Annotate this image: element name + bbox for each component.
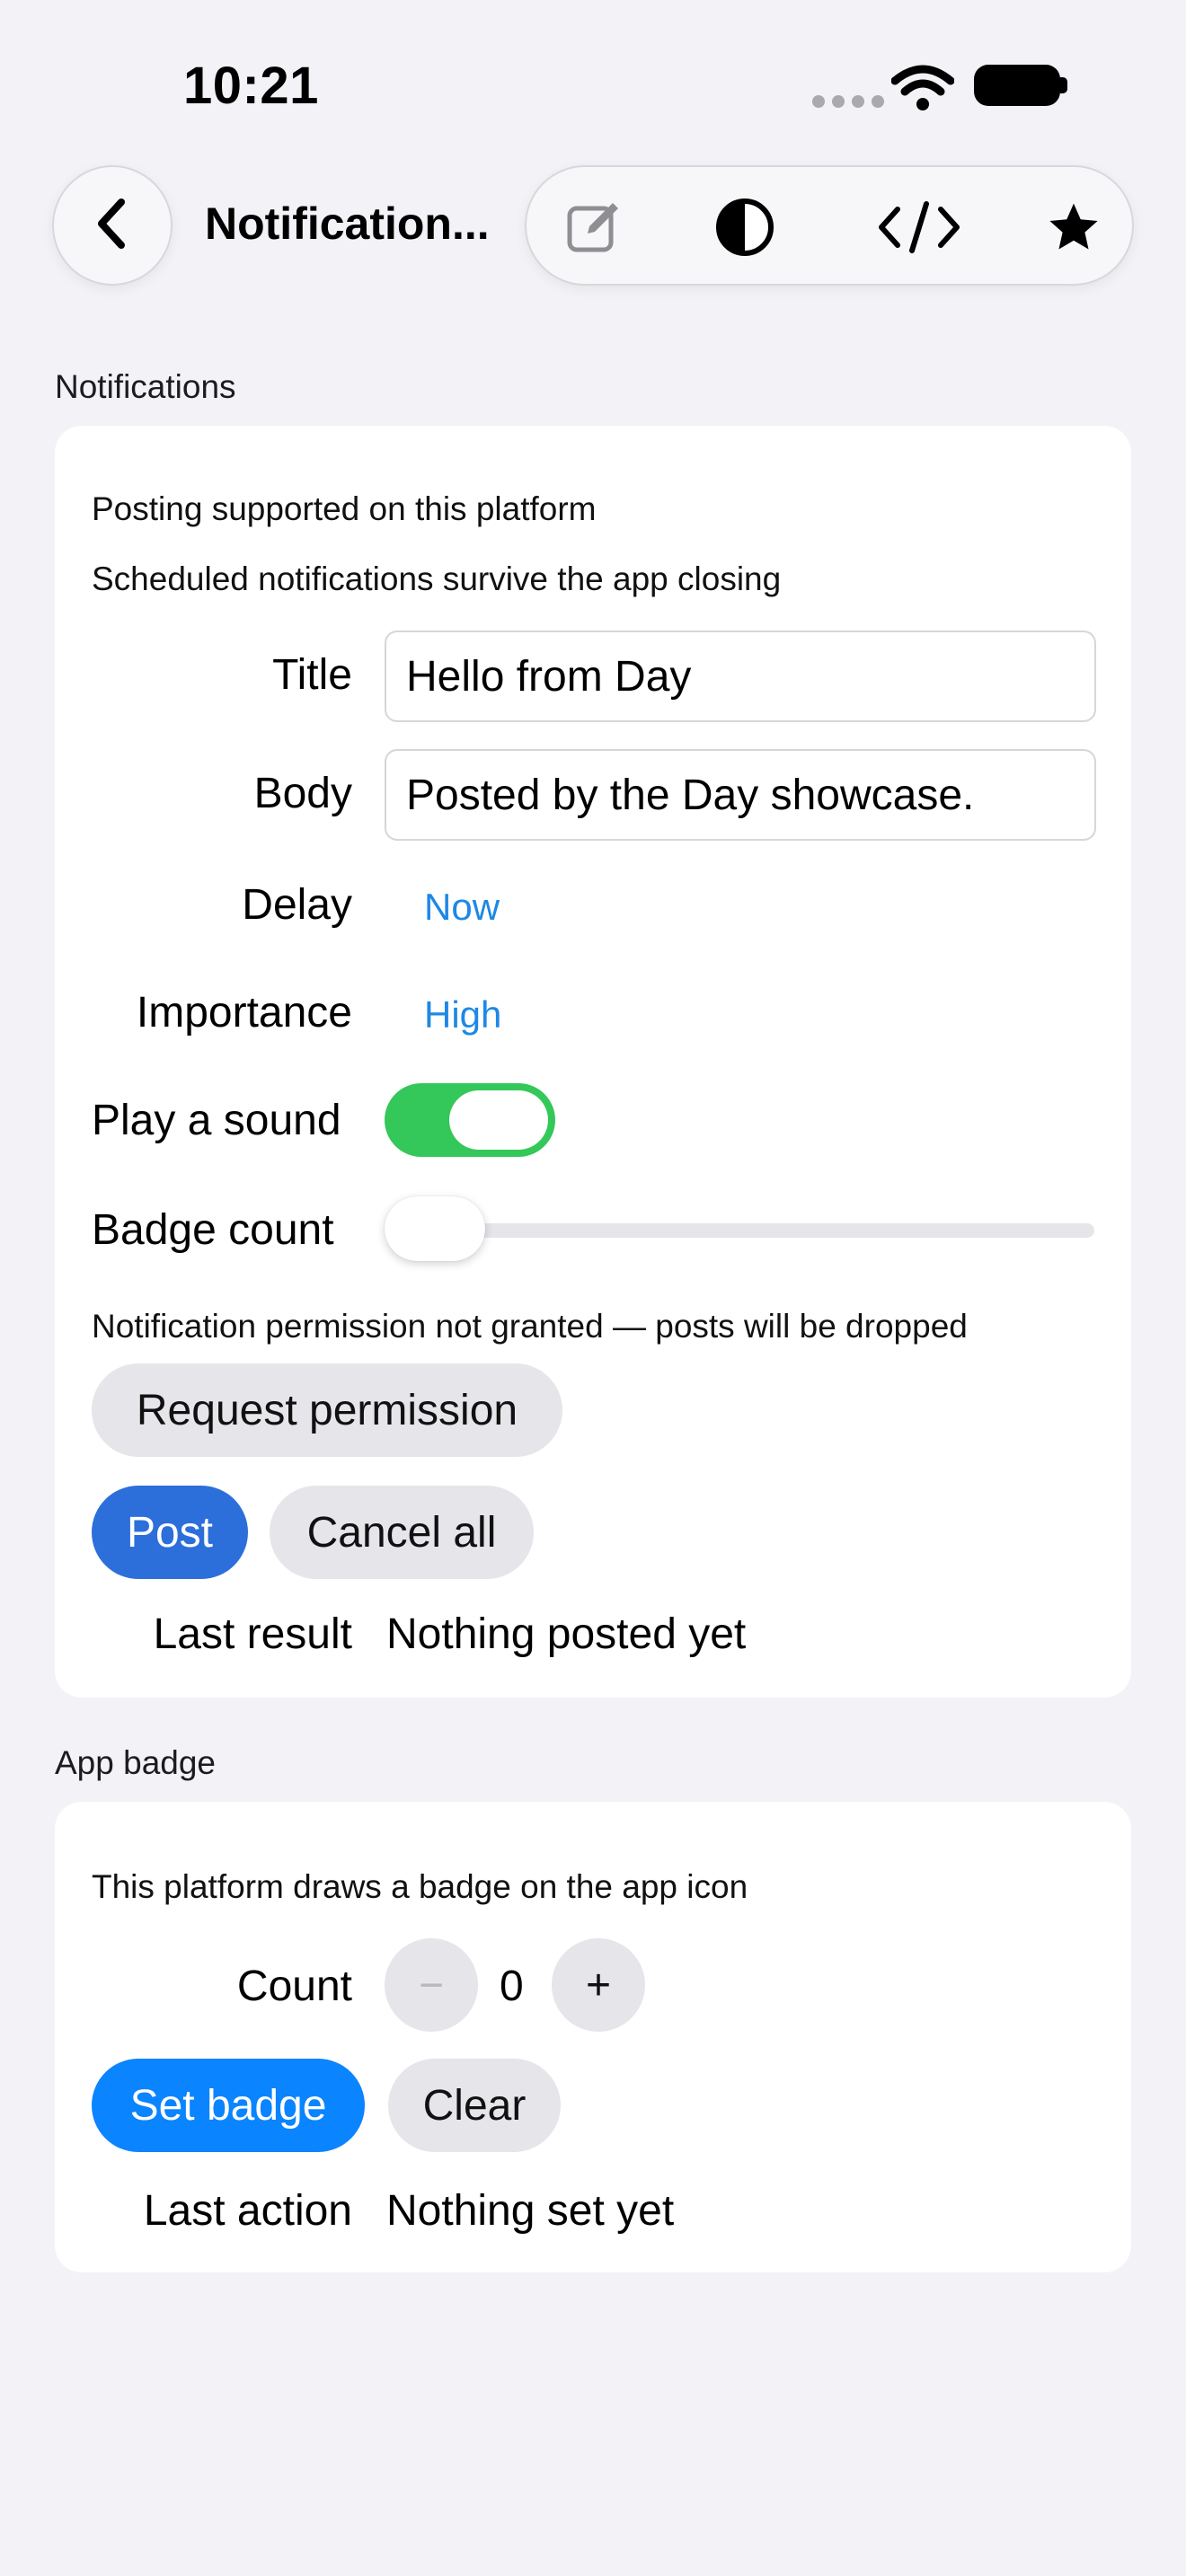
increment-button[interactable]: + (552, 1938, 645, 2032)
delay-picker[interactable]: Now (424, 886, 500, 929)
toggle-knob (449, 1090, 548, 1150)
decrement-button[interactable]: − (385, 1938, 478, 2032)
set-badge-button[interactable]: Set badge (92, 2059, 365, 2152)
signal-dots-icon (812, 95, 884, 108)
body-field[interactable]: Posted by the Day showcase. (385, 749, 1096, 841)
code-icon[interactable] (870, 196, 969, 259)
count-label: Count (236, 1963, 352, 2010)
battery-tip (1060, 77, 1067, 93)
permission-note: Notification permission not granted — po… (92, 1308, 968, 1345)
edit-icon[interactable] (562, 196, 625, 259)
sound-label: Play a sound (92, 1097, 341, 1144)
count-value: 0 (500, 1963, 524, 2010)
last-result-label: Last result (153, 1610, 352, 1658)
importance-label: Importance (136, 989, 352, 1037)
wifi-icon (890, 65, 955, 116)
back-button[interactable] (52, 165, 173, 286)
cancel-all-button[interactable]: Cancel all (270, 1486, 534, 1579)
chevron-left-icon (94, 197, 130, 255)
title-field[interactable]: Hello from Day (385, 631, 1096, 722)
contrast-icon[interactable] (713, 196, 776, 259)
last-action-label: Last action (143, 2187, 352, 2235)
section-header-notifications: Notifications (55, 368, 236, 405)
title-label: Title (272, 651, 352, 699)
app-badge-info: This platform draws a badge on the app i… (92, 1868, 748, 1905)
body-label: Body (253, 770, 352, 817)
badge-count-slider-handle[interactable] (385, 1196, 485, 1261)
importance-picker[interactable]: High (424, 993, 501, 1037)
toolbar (525, 165, 1134, 286)
info-supported: Posting supported on this platform (92, 490, 597, 527)
last-action-value: Nothing set yet (386, 2187, 675, 2235)
star-icon[interactable] (1042, 196, 1105, 259)
last-result-value: Nothing posted yet (386, 1610, 747, 1658)
request-permission-button[interactable]: Request permission (92, 1363, 562, 1457)
delay-label: Delay (242, 881, 352, 929)
badge-count-label: Badge count (92, 1206, 334, 1254)
page-title: Notification... (205, 198, 490, 249)
section-header-app-badge: App badge (55, 1744, 217, 1781)
clear-button[interactable]: Clear (388, 2059, 561, 2152)
info-scheduled: Scheduled notifications survive the app … (92, 560, 782, 597)
post-button[interactable]: Post (92, 1486, 248, 1579)
status-time: 10:21 (183, 57, 319, 115)
battery-icon (974, 65, 1060, 106)
sound-toggle[interactable] (385, 1083, 555, 1157)
badge-count-slider-track[interactable] (449, 1223, 1094, 1238)
